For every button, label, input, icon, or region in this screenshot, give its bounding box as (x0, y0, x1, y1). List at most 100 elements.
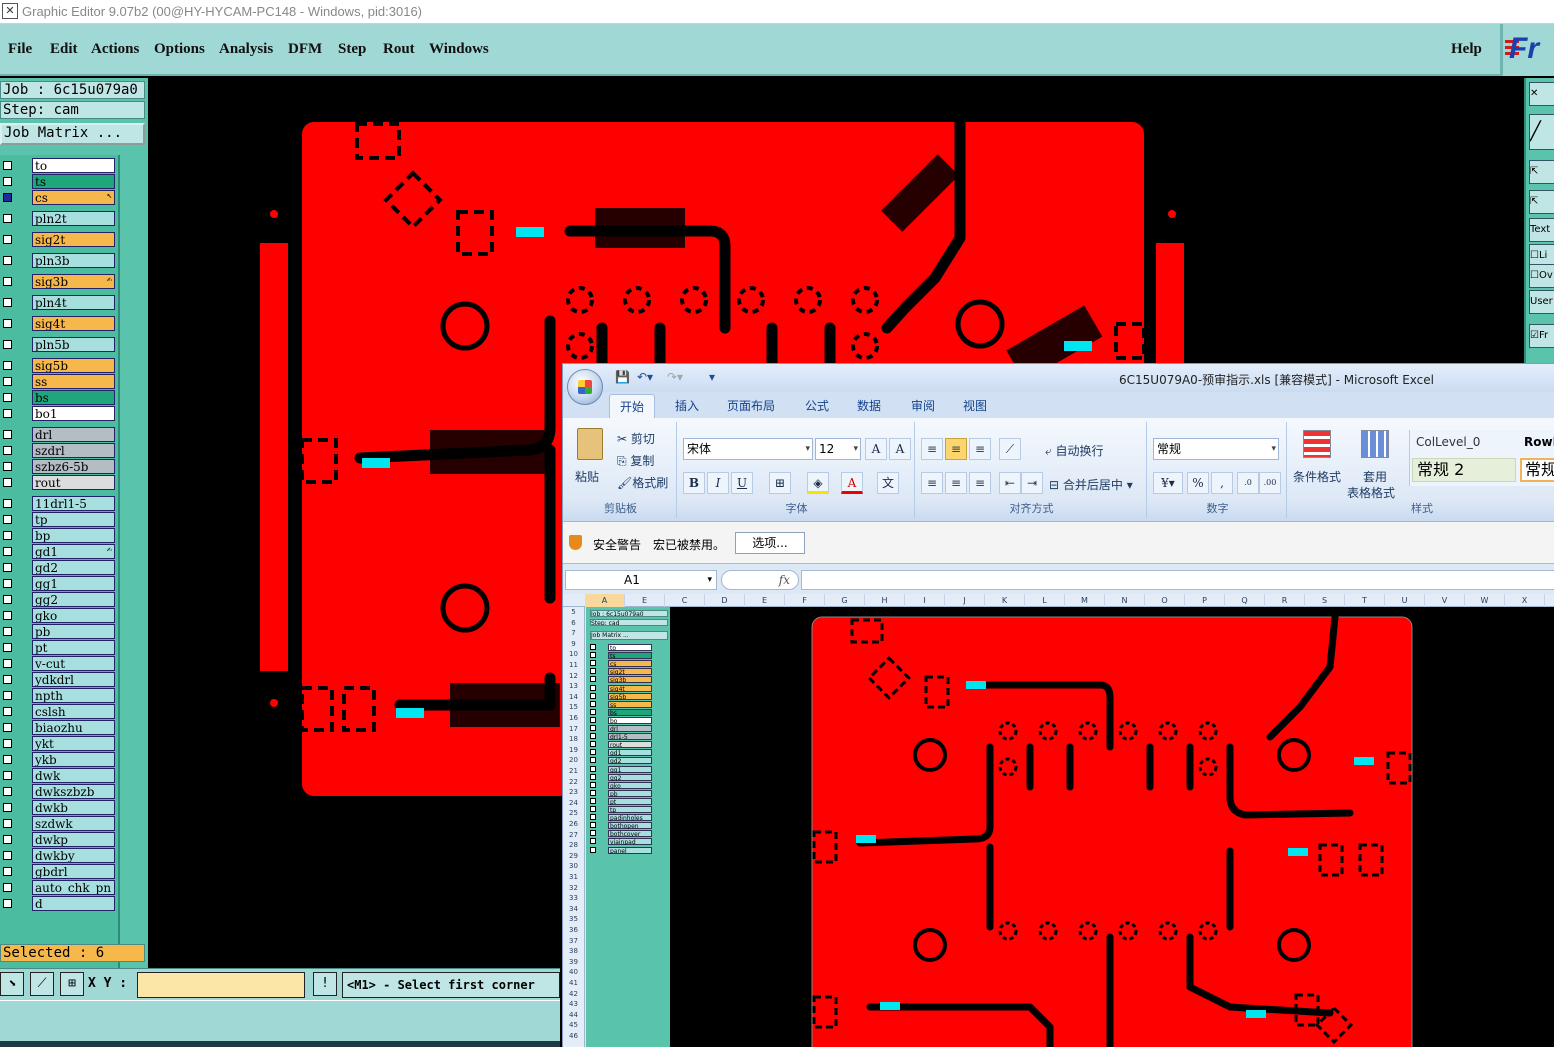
layer-label[interactable]: auto_chk_pn (32, 880, 115, 895)
layer-checkbox[interactable] (3, 446, 12, 455)
layer-row[interactable]: ydkdrl (0, 672, 118, 687)
row-header[interactable]: 29 (563, 852, 584, 861)
row-header[interactable]: 5 (563, 608, 584, 617)
layer-label[interactable]: cslsh (32, 704, 115, 719)
filter-checkbox[interactable]: ☑Fr (1529, 324, 1554, 348)
column-header[interactable]: N (1105, 594, 1145, 607)
layer-row[interactable]: bp (0, 528, 118, 543)
layer-label[interactable]: sig4t (32, 316, 115, 331)
row-header[interactable]: 41 (563, 979, 584, 988)
orientation-icon[interactable]: ⟋ (999, 438, 1021, 460)
layer-row[interactable]: 11drl1-5 (0, 496, 118, 511)
grow-font-button[interactable]: A (865, 438, 887, 460)
layer-row[interactable]: cslsh (0, 704, 118, 719)
borders-icon[interactable]: ⊞ (769, 472, 791, 494)
layer-row[interactable]: gbdrl (0, 864, 118, 879)
layer-label[interactable]: biaozhu (32, 720, 115, 735)
row-header[interactable]: 39 (563, 958, 584, 967)
layer-label[interactable]: ts (32, 174, 115, 189)
row-header[interactable]: 11 (563, 661, 584, 670)
layer-row[interactable]: gko (0, 608, 118, 623)
layer-label[interactable]: to (32, 158, 115, 173)
layer-row[interactable]: auto_chk_pn (0, 880, 118, 895)
layer-checkbox[interactable] (3, 361, 12, 370)
layer-checkbox[interactable] (3, 899, 12, 908)
layer-checkbox[interactable] (3, 611, 12, 620)
overlay-option[interactable]: ☐Ov (1529, 264, 1554, 288)
tab-page-layout[interactable]: 页面布局 (727, 397, 775, 414)
layer-row[interactable]: biaozhu (0, 720, 118, 735)
column-header[interactable]: F (785, 594, 825, 607)
row-header[interactable]: 35 (563, 915, 584, 924)
layer-row[interactable]: rout (0, 475, 118, 490)
layer-label[interactable]: sig3b (32, 274, 115, 289)
layer-label[interactable]: szdwk (32, 816, 115, 831)
layer-row[interactable]: gd1 ✍ (0, 544, 118, 559)
column-header[interactable]: X (1505, 594, 1545, 607)
layer-checkbox[interactable] (3, 723, 12, 732)
column-header[interactable]: E (745, 594, 785, 607)
layer-row[interactable]: ykt (0, 736, 118, 751)
tab-data[interactable]: 数据 (857, 397, 881, 414)
menu-actions[interactable]: Actions (91, 41, 139, 58)
draw-tool-icon[interactable]: ╱ (1529, 114, 1554, 150)
menu-dfm[interactable]: DFM (288, 41, 322, 58)
column-header[interactable]: S (1305, 594, 1345, 607)
row-header[interactable]: 24 (563, 799, 584, 808)
layer-label[interactable]: szdrl (32, 443, 115, 458)
column-header[interactable]: G (825, 594, 865, 607)
layer-row[interactable]: dwkp (0, 832, 118, 847)
layer-checkbox[interactable] (3, 547, 12, 556)
layer-row[interactable]: tp (0, 512, 118, 527)
row-header[interactable]: 23 (563, 788, 584, 797)
tab-insert[interactable]: 插入 (675, 397, 699, 414)
layer-checkbox[interactable] (3, 393, 12, 402)
office-button-icon[interactable] (567, 369, 603, 405)
row-header[interactable]: 46 (563, 1032, 584, 1041)
column-header[interactable]: J (945, 594, 985, 607)
layer-row[interactable]: sig3b ✍ (0, 274, 118, 289)
layer-checkbox[interactable] (3, 256, 12, 265)
security-options-button[interactable]: 选项... (735, 532, 805, 554)
column-header[interactable]: T (1345, 594, 1385, 607)
cut-button[interactable]: ✂ 剪切 (617, 430, 655, 447)
number-format-combo[interactable]: 常规 ▾ (1153, 438, 1279, 460)
column-header[interactable]: P (1185, 594, 1225, 607)
layer-checkbox[interactable] (3, 851, 12, 860)
layer-label[interactable]: ss (32, 374, 115, 389)
row-header[interactable]: 33 (563, 894, 584, 903)
column-header[interactable]: C (665, 594, 705, 607)
font-size-combo[interactable]: 12 ▾ (815, 438, 861, 460)
name-box[interactable]: A1 ▾ (565, 570, 717, 590)
decrease-decimal-icon[interactable]: .00 (1259, 472, 1281, 494)
layer-label[interactable]: bp (32, 528, 115, 543)
save-icon[interactable]: 💾 (615, 370, 630, 384)
menu-options[interactable]: Options (154, 41, 205, 58)
column-header[interactable]: D (705, 594, 745, 607)
tab-formulas[interactable]: 公式 (805, 397, 829, 414)
layer-row[interactable]: dwkby (0, 848, 118, 863)
layer-row[interactable]: gg1 (0, 576, 118, 591)
menu-edit[interactable]: Edit (50, 41, 78, 58)
sheet-area[interactable]: Job : 6c15u079a0 Step: cad Job Matrix ..… (586, 607, 1554, 1047)
row-header[interactable]: 27 (563, 831, 584, 840)
layer-label[interactable]: ykt (32, 736, 115, 751)
text-tool-button[interactable]: Text (1529, 218, 1554, 242)
tab-review[interactable]: 审阅 (911, 397, 935, 414)
layer-row[interactable]: d (0, 896, 118, 911)
row-header[interactable]: 17 (563, 725, 584, 734)
layer-label[interactable]: tp (32, 512, 115, 527)
layer-row[interactable]: to (0, 158, 118, 173)
layer-label[interactable]: d (32, 896, 115, 911)
align-center-icon[interactable]: ≡ (945, 472, 967, 494)
row-header[interactable]: 10 (563, 650, 584, 659)
layer-checkbox[interactable] (3, 377, 12, 386)
row-header[interactable]: 13 (563, 682, 584, 691)
row-header[interactable]: 26 (563, 820, 584, 829)
column-header[interactable]: E (625, 594, 665, 607)
bold-button[interactable]: B (683, 472, 705, 494)
column-header[interactable]: A (585, 594, 625, 607)
layer-label[interactable]: szbz6-5b (32, 459, 115, 474)
layer-row[interactable]: pt (0, 640, 118, 655)
layer-row[interactable]: ts (0, 174, 118, 189)
